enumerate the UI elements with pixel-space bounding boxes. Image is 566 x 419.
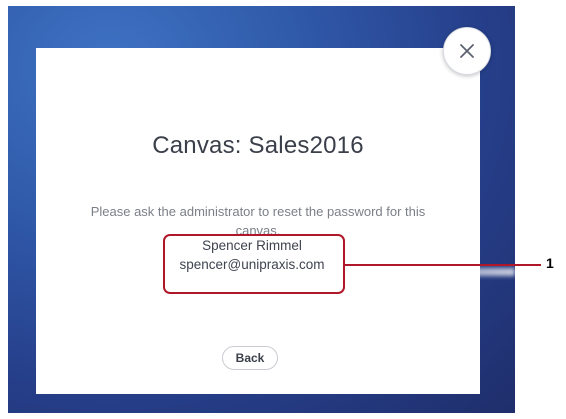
callout-highlight-box [163, 234, 345, 294]
callout-leader-line [345, 264, 541, 266]
close-icon [460, 44, 474, 58]
back-button[interactable]: Back [222, 346, 278, 370]
canvas-password-dialog: Canvas: Sales2016 Please ask the adminis… [36, 48, 480, 394]
close-button[interactable] [443, 27, 491, 75]
dialog-title: Canvas: Sales2016 [152, 132, 364, 159]
callout-number: 1 [546, 255, 554, 271]
screenshot-stage: Canvas: Sales2016 Please ask the adminis… [0, 0, 566, 419]
